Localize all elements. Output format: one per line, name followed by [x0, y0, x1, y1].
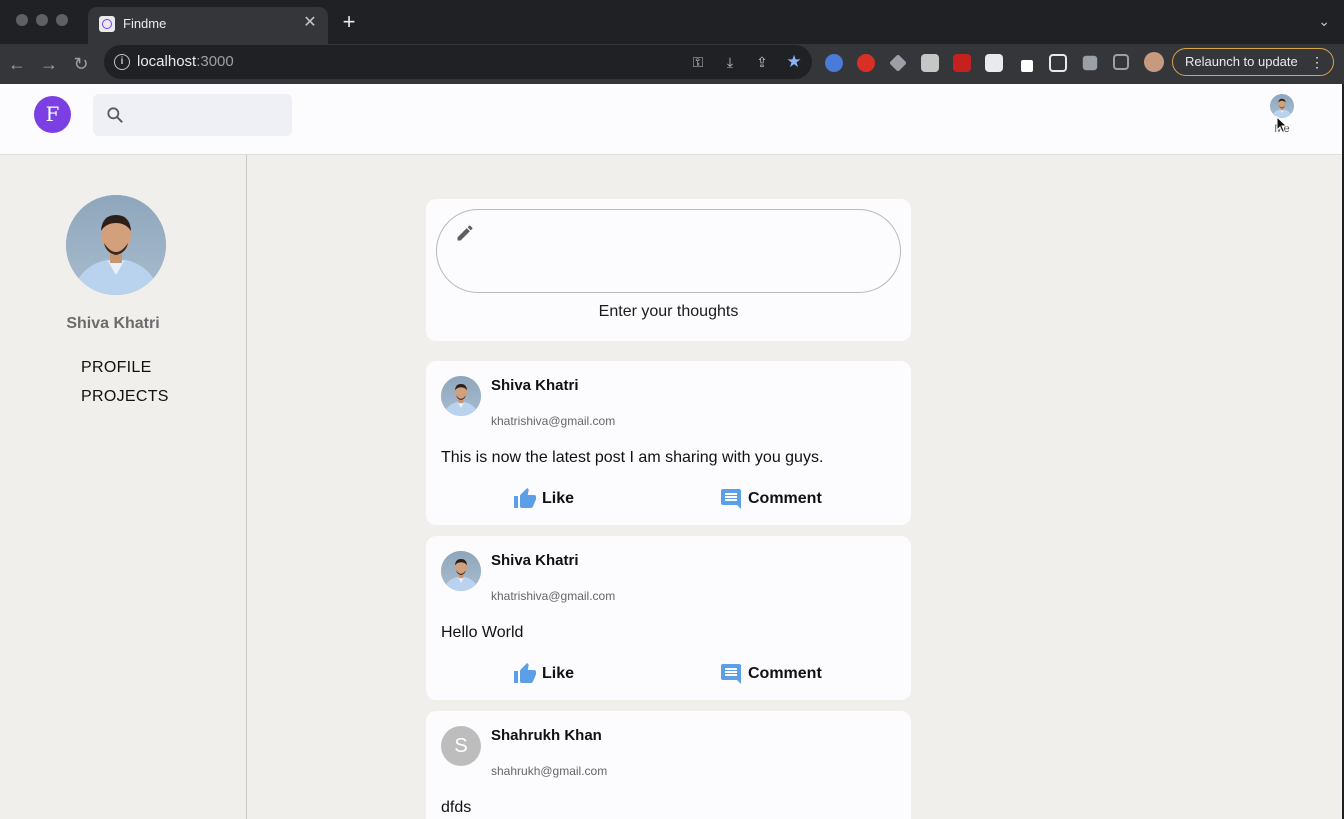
thumbs-up-icon [514, 488, 536, 508]
reload-icon[interactable]: ↻ [69, 52, 93, 76]
post-card: Shiva Khatri khatrishiva@gmail.com This … [426, 361, 911, 525]
extension-adblock-icon[interactable] [857, 54, 875, 72]
app-header: F Me [0, 84, 1342, 155]
extensions-puzzle-icon[interactable] [1082, 55, 1098, 71]
minimize-window-dot[interactable] [36, 14, 48, 26]
comment-label: Comment [748, 490, 822, 507]
findme-favicon-icon [99, 16, 115, 32]
me-avatar [1270, 94, 1294, 118]
post-card: S Shahrukh Khan shahrukh@gmail.com dfds [426, 711, 911, 819]
comment-icon [721, 489, 741, 509]
address-bar[interactable]: i localhost:3000 ⚿ ⤓ ⇪ ★ [104, 45, 812, 79]
extension-pen-icon[interactable] [1021, 60, 1033, 72]
comment-button[interactable]: Comment [719, 487, 822, 511]
search-icon [107, 107, 123, 123]
post-author-avatar[interactable]: S [441, 726, 481, 766]
tab-title: Findme [123, 16, 167, 31]
share-icon[interactable]: ⇪ [753, 53, 771, 71]
like-label: Like [542, 490, 575, 507]
extension-puzzle-grey-icon[interactable] [889, 54, 907, 72]
url-port: :3000 [196, 53, 234, 70]
post-text: dfds [441, 799, 472, 816]
thumbs-up-icon [514, 663, 536, 683]
bookmark-star-icon[interactable]: ★ [785, 53, 803, 71]
browser-toolbar: ← → ↻ i localhost:3000 ⚿ ⤓ ⇪ ★ Relaunch … [0, 44, 1344, 84]
side-panel-icon[interactable] [1113, 54, 1129, 70]
post-author-email: khatrishiva@gmail.com [491, 589, 616, 603]
browser-profile-avatar[interactable] [1144, 52, 1164, 72]
relaunch-to-update-button[interactable]: Relaunch to update ⋮ [1172, 48, 1334, 76]
extension-text-icon[interactable] [985, 54, 1003, 72]
comment-button[interactable]: Comment [719, 662, 822, 686]
site-info-icon[interactable]: i [114, 54, 130, 70]
post-author-name[interactable]: Shahrukh Khan [491, 727, 602, 744]
zoom-window-dot[interactable] [56, 14, 68, 26]
tab-strip: Findme ✕ + ⌄ [0, 0, 1344, 44]
comment-icon [721, 664, 741, 684]
post-author-email: shahrukh@gmail.com [491, 764, 608, 778]
more-menu-icon[interactable]: ⋮ [1310, 49, 1324, 75]
sidebar-item-profile[interactable]: PROFILE [81, 359, 152, 377]
like-label: Like [542, 665, 575, 682]
back-arrow-icon[interactable]: ← [5, 52, 29, 76]
tab-findme[interactable]: Findme ✕ [88, 7, 328, 44]
search-box[interactable] [93, 94, 292, 136]
browser-chrome: Findme ✕ + ⌄ ← → ↻ i localhost:3000 ⚿ ⤓ … [0, 0, 1344, 84]
extension-red-grid-icon[interactable] [953, 54, 971, 72]
post-text: Hello World [441, 624, 524, 641]
address-url[interactable]: localhost:3000 [137, 53, 234, 70]
post-text: This is now the latest post I am sharing… [441, 449, 824, 466]
forward-arrow-icon[interactable]: → [37, 52, 61, 76]
like-button[interactable]: Like [513, 487, 574, 511]
new-tab-button[interactable]: + [338, 11, 360, 33]
post-card: Shiva Khatri khatrishiva@gmail.com Hello… [426, 536, 911, 700]
tab-close-icon[interactable]: ✕ [300, 13, 320, 33]
install-app-icon[interactable]: ⤓ [721, 53, 739, 71]
post-author-name[interactable]: Shiva Khatri [491, 552, 579, 569]
composer-label: Enter your thoughts [598, 303, 739, 320]
relaunch-label: Relaunch to update [1185, 54, 1298, 69]
url-host: localhost [137, 53, 197, 70]
left-sidebar: Shiva Khatri PROFILE PROJECTS [0, 155, 247, 819]
post-author-email: khatrishiva@gmail.com [491, 414, 616, 428]
post-author-name[interactable]: Shiva Khatri [491, 377, 579, 394]
key-icon[interactable]: ⚿ [689, 53, 707, 71]
like-button[interactable]: Like [513, 662, 574, 686]
post-author-avatar[interactable] [441, 551, 481, 591]
profile-avatar [66, 195, 166, 295]
close-window-dot[interactable] [16, 14, 28, 26]
page-viewport: F Me Shiva Khatri PROFILE PROJECTS [0, 84, 1342, 819]
post-author-avatar[interactable] [441, 376, 481, 416]
extension-search-icon[interactable] [825, 54, 843, 72]
mouse-cursor-icon [1276, 116, 1288, 134]
sidebar-item-projects[interactable]: PROJECTS [81, 388, 169, 406]
search-input[interactable] [133, 103, 283, 127]
extension-window-icon[interactable] [1049, 54, 1067, 72]
pencil-icon [457, 225, 473, 241]
tab-search-chevron-icon[interactable]: ⌄ [1318, 13, 1330, 30]
composer-input[interactable] [436, 209, 901, 293]
extension-stripe-icon[interactable] [921, 54, 939, 72]
profile-name: Shiva Khatri [66, 315, 160, 332]
findme-logo[interactable]: F [34, 96, 71, 133]
comment-label: Comment [748, 665, 822, 682]
post-composer: Enter your thoughts [426, 199, 911, 341]
